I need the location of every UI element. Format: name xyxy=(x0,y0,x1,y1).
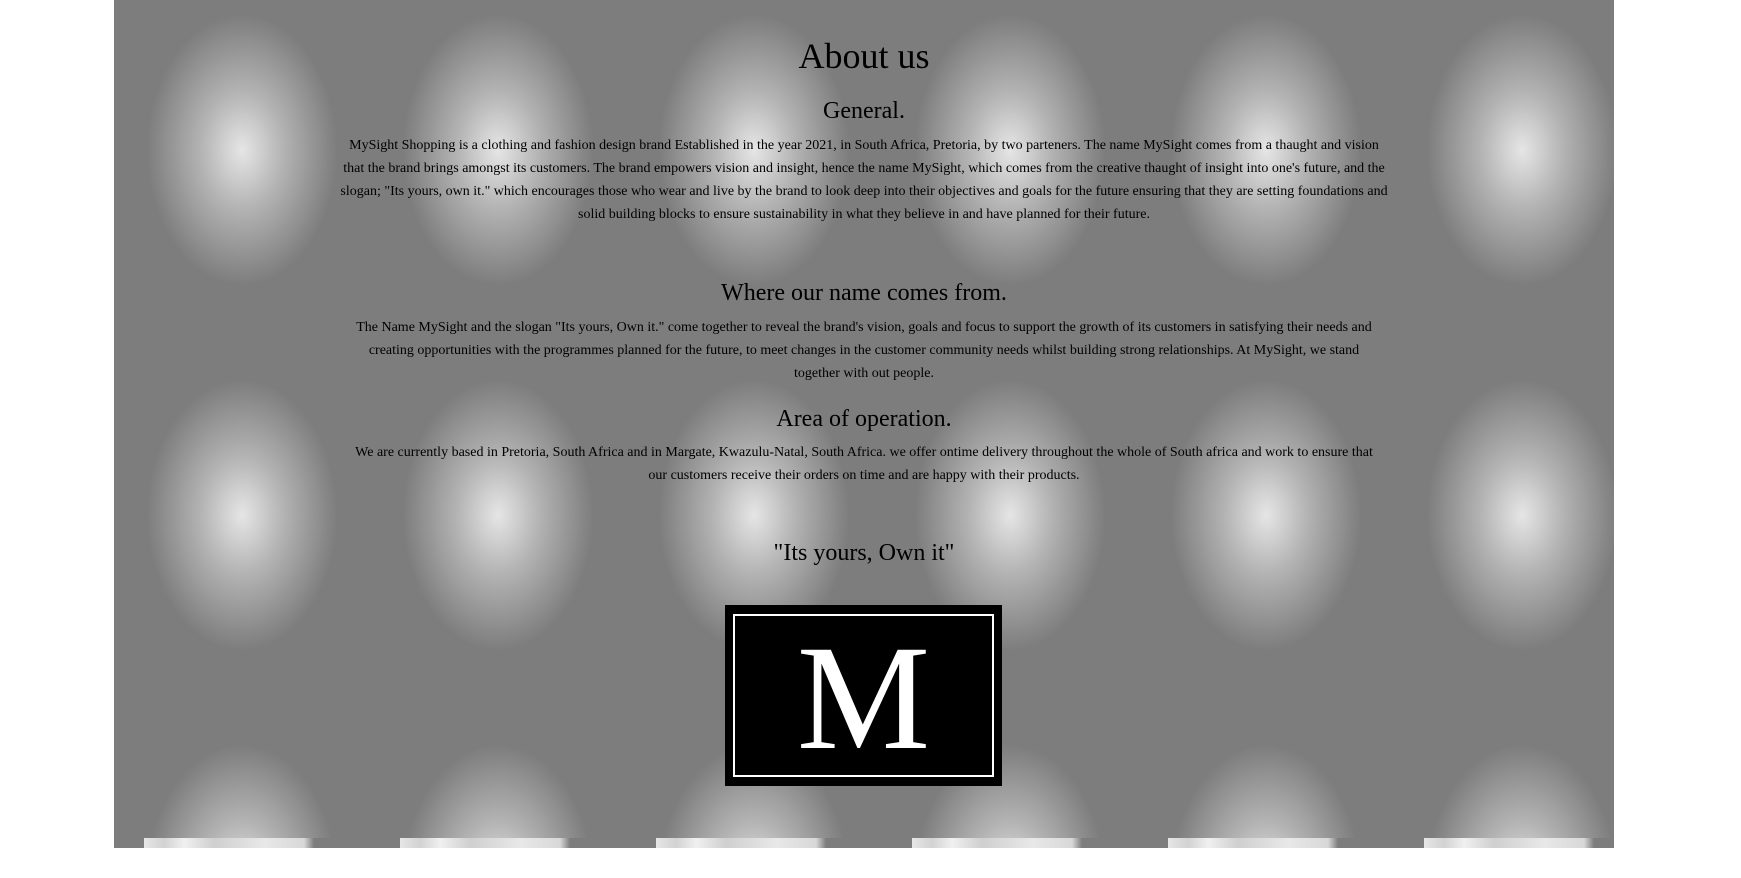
section-text-area-of-operation: We are currently based in Pretoria, Sout… xyxy=(355,445,1373,483)
backdrop-bottom-strip xyxy=(114,838,1614,848)
logo-letter: M xyxy=(796,614,931,781)
page-title: About us xyxy=(798,36,930,76)
section-heading-name-origin: Where our name comes from. xyxy=(721,280,1007,306)
brand-logo: M xyxy=(725,605,1002,786)
section-heading-general: General. xyxy=(823,98,905,124)
about-page-backdrop: About us General. MySight Shopping is a … xyxy=(114,0,1614,848)
section-heading-area-of-operation: Area of operation. xyxy=(776,406,952,432)
section-text-general: MySight Shopping is a clothing and fashi… xyxy=(340,138,1388,222)
brand-slogan: "Its yours, Own it" xyxy=(773,540,955,566)
section-text-name-origin: The Name MySight and the slogan "Its you… xyxy=(356,320,1372,381)
